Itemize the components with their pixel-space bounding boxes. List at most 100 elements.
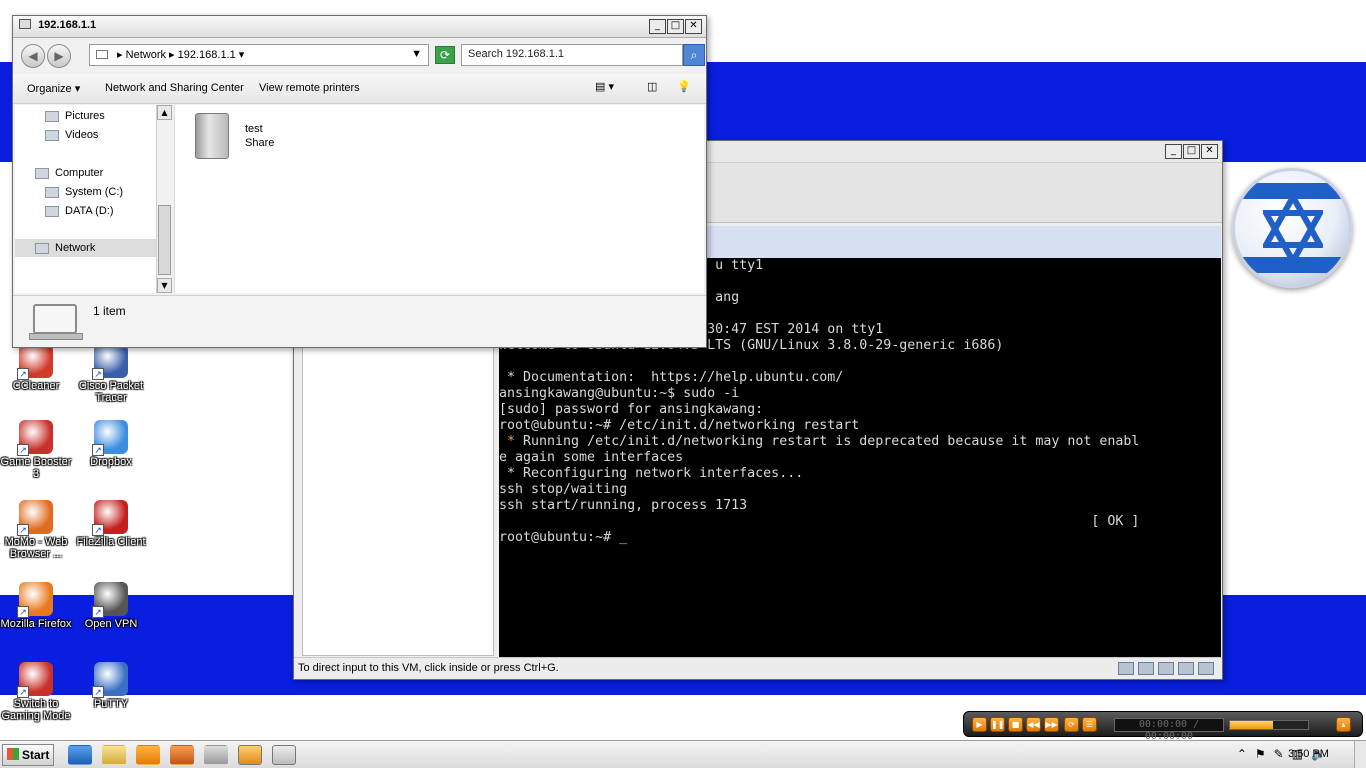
fast-forward-icon[interactable]: ▶▶ [1044, 717, 1059, 732]
share-type: Share [245, 137, 275, 149]
console-line: * Running /etc/init.d/networking restart… [499, 434, 1140, 449]
desktop-icon-dropbox[interactable]: ↗ Dropbox [75, 420, 147, 468]
media-player-bar: ▶ ❚❚ ■ ◀◀ ▶▶ ⟳ ☰ 00:00:00 / 00:00:00 ▴ [963, 711, 1363, 742]
address-dropdown-icon[interactable]: ▼ [411, 48, 422, 60]
console-line: ansingkawang@ubuntu:~$ sudo -i [499, 386, 740, 401]
preview-pane-icon[interactable]: ◫ [647, 80, 657, 93]
desktop-icon-putty[interactable]: ↗ PuTTY [75, 662, 147, 710]
start-button[interactable]: Start [2, 744, 54, 766]
repeat-icon[interactable]: ⟳ [1064, 717, 1079, 732]
console-line: ssh start/running, process 1713 [499, 498, 748, 513]
hdd-icon[interactable] [1118, 662, 1134, 675]
pause-icon[interactable]: ❚❚ [990, 717, 1005, 732]
desktop-icon-label: FileZilla Client [76, 536, 146, 548]
nav-scrollbar[interactable]: ▲ ▼ [156, 105, 172, 293]
scroll-down-icon[interactable]: ▼ [157, 278, 172, 293]
drive-icon [45, 205, 59, 217]
scroll-thumb[interactable] [158, 205, 171, 275]
back-icon[interactable]: ◀ [21, 44, 45, 68]
shortcut-arrow-icon: ↗ [92, 686, 104, 698]
desktop-icon-cisco-packet-tracer[interactable]: ↗ Cisco Packet Tracer [75, 344, 147, 404]
desktop-icon-filezilla-client[interactable]: ↗ FileZilla Client [75, 500, 147, 548]
console-line: e again some interfaces [499, 450, 684, 465]
desktop-icon-game-booster-3[interactable]: ↗ Game Booster 3 [0, 420, 72, 480]
desktop-icon-ccleaner[interactable]: ↗ CCleaner [0, 344, 72, 392]
desktop-icon-switch-to-gaming-mode[interactable]: ↗ Switch to Gaming Mode [0, 662, 72, 722]
action-center-flag-icon[interactable]: ⚑ [1255, 747, 1266, 761]
explorer-window[interactable]: 192.168.1.1 _ □ ✕ ◀ ▶ ▸ Network ▸ 192.16… [12, 15, 707, 348]
nav-item-system-c[interactable]: System (C:) [45, 183, 123, 201]
volume-fill [1230, 721, 1273, 729]
taskbar: Start ⌃ ⚑ ✎ ▥ 🔈 3:50 PM [0, 740, 1366, 768]
app-icon: ↗ [92, 582, 128, 618]
internet-explorer-icon[interactable] [68, 745, 92, 765]
cdrom-icon[interactable] [1158, 662, 1174, 675]
view-remote-printers-button[interactable]: View remote printers [259, 82, 360, 94]
explorer-titlebar[interactable]: 192.168.1.1 [13, 16, 706, 38]
help-icon[interactable]: 💡 [677, 80, 691, 93]
share-item[interactable]: test Share [175, 105, 315, 165]
breadcrumb-network[interactable]: Network [126, 49, 166, 61]
app-icon: ↗ [17, 420, 53, 456]
virtualbox-icon[interactable] [238, 745, 262, 765]
player-menu-icon[interactable]: ▴ [1336, 717, 1351, 732]
desktop-icon-momo-web-browser[interactable]: ↗ MoMo - Web Browser ... [0, 500, 72, 560]
media-player-icon[interactable] [136, 745, 160, 765]
message-icon[interactable] [1198, 662, 1214, 675]
maximize-icon[interactable]: □ [1183, 144, 1200, 159]
playlist-icon[interactable]: ☰ [1082, 717, 1097, 732]
desktop-icon-label: Dropbox [90, 456, 132, 468]
search-input[interactable]: Search 192.168.1.1 [461, 44, 683, 66]
search-icon[interactable]: ⌕ [683, 44, 705, 66]
app-icon: ↗ [92, 420, 128, 456]
nav-item-computer[interactable]: Computer [35, 164, 103, 182]
nav-item-videos[interactable]: Videos [45, 126, 98, 144]
shortcut-arrow-icon: ↗ [92, 368, 104, 380]
network-adapter-icon[interactable] [1138, 662, 1154, 675]
firefox-icon[interactable] [170, 745, 194, 765]
forward-icon[interactable]: ▶ [47, 44, 71, 68]
usb-icon[interactable] [1178, 662, 1194, 675]
navigation-pane: Pictures Videos Computer System (C:) DAT… [15, 105, 172, 293]
rewind-icon[interactable]: ◀◀ [1026, 717, 1041, 732]
console-line: [ OK ] [499, 514, 1140, 529]
breadcrumb-host[interactable]: 192.168.1.1 [178, 49, 236, 61]
pictures-icon [45, 110, 59, 122]
nav-item-network[interactable]: Network [15, 239, 157, 257]
vm-library-pane[interactable] [302, 341, 494, 656]
minimize-icon[interactable]: _ [1165, 144, 1182, 159]
address-row: ◀ ▶ ▸ Network ▸ 192.168.1.1 ▾ ▼ ⟳ Search… [15, 40, 705, 70]
vm-status-text: To direct input to this VM, click inside… [298, 662, 559, 674]
tray-expand-icon[interactable]: ⌃ [1237, 747, 1247, 761]
item-count: 1 item [93, 304, 126, 318]
scroll-up-icon[interactable]: ▲ [157, 105, 172, 120]
close-icon[interactable]: ✕ [1201, 144, 1218, 159]
player-time: 00:00:00 / 00:00:00 [1114, 718, 1224, 742]
close-icon[interactable]: ✕ [685, 19, 702, 34]
pc-icon[interactable] [204, 745, 228, 765]
network-sharing-center-button[interactable]: Network and Sharing Center [105, 82, 244, 94]
refresh-icon[interactable]: ⟳ [435, 46, 455, 64]
shortcut-arrow-icon: ↗ [92, 606, 104, 618]
explorer-window-controls: _ □ ✕ [649, 19, 702, 34]
view-options-icon[interactable]: ▤ ▾ [595, 80, 614, 93]
desktop-icon-mozilla-firefox[interactable]: ↗ Mozilla Firefox [0, 582, 72, 630]
file-explorer-icon[interactable] [102, 745, 126, 765]
network-folder-icon[interactable] [272, 745, 296, 765]
address-bar[interactable]: ▸ Network ▸ 192.168.1.1 ▾ ▼ [89, 44, 429, 66]
nav-item-pictures[interactable]: Pictures [45, 107, 105, 125]
show-desktop-button[interactable] [1354, 741, 1366, 768]
israel-flag-badge-icon [1232, 168, 1352, 288]
desktop-icon-open-vpn[interactable]: ↗ Open VPN [75, 582, 147, 630]
volume-slider[interactable] [1229, 720, 1309, 730]
share-folder-icon [195, 113, 229, 159]
maximize-icon[interactable]: □ [667, 19, 684, 34]
nav-item-data-d[interactable]: DATA (D:) [45, 202, 113, 220]
play-icon[interactable]: ▶ [972, 717, 987, 732]
stop-icon[interactable]: ■ [1008, 717, 1023, 732]
details-pane: 1 item [13, 295, 706, 347]
minimize-icon[interactable]: _ [649, 19, 666, 34]
organize-menu[interactable]: Organize ▾ [27, 82, 80, 95]
clock[interactable]: 3:50 PM [1288, 748, 1329, 760]
tray-app-icon[interactable]: ✎ [1274, 747, 1284, 761]
